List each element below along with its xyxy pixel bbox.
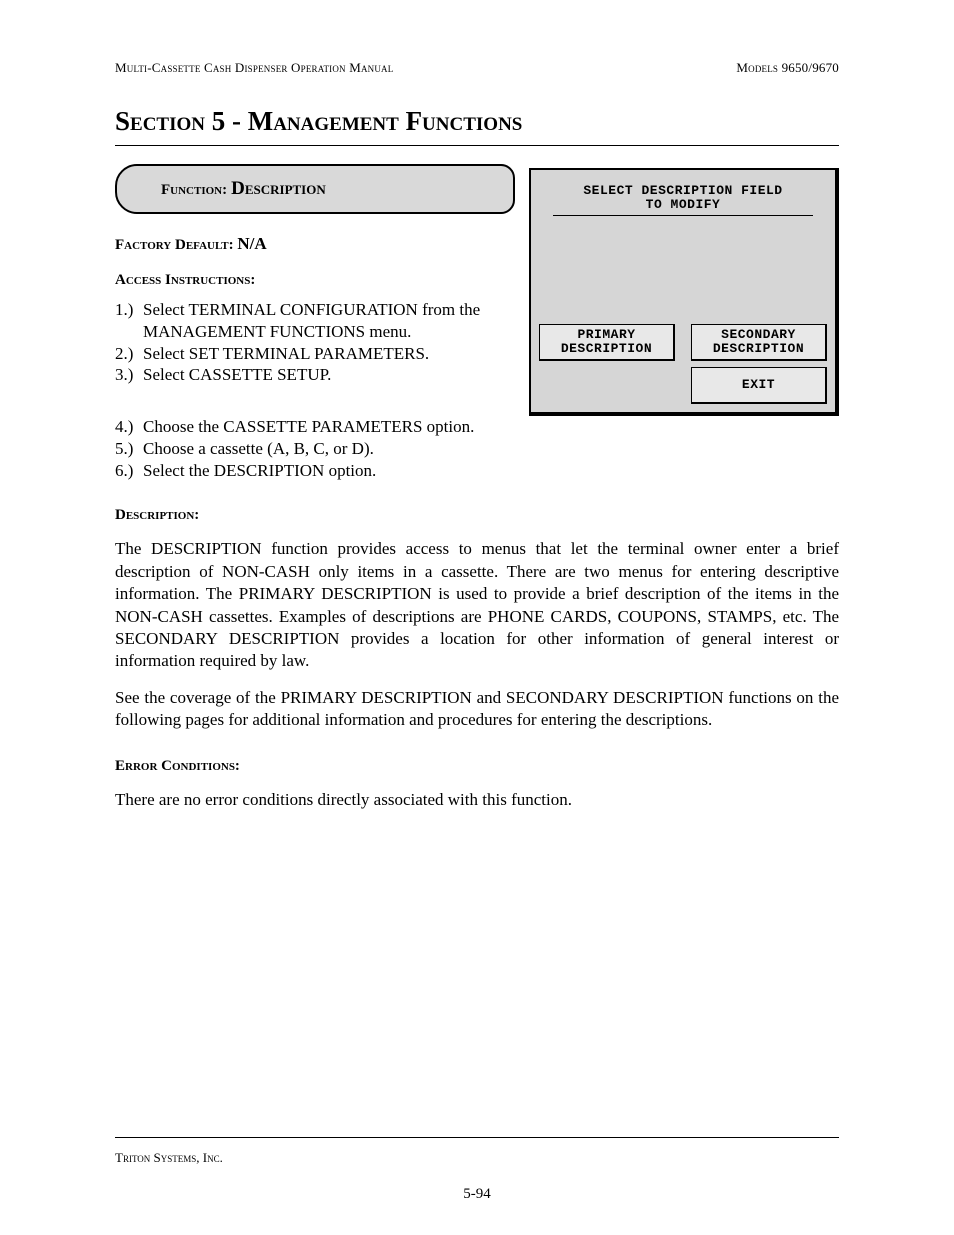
header-left: Multi-Cassette Cash Dispenser Operation … [115, 60, 393, 76]
secondary-description-button[interactable]: SECONDARY DESCRIPTION [691, 324, 827, 361]
step-item: 2.)Select SET TERMINAL PARAMETERS. [115, 343, 515, 365]
button-spacer [539, 367, 675, 401]
step-item: 6.)Select the DESCRIPTION option. [115, 460, 839, 482]
step-item: 3.)Select CASSETTE SETUP. [115, 364, 515, 386]
screen-title-line2: TO MODIFY [553, 198, 813, 212]
manual-page: Multi-Cassette Cash Dispenser Operation … [0, 0, 954, 1235]
screen-title: SELECT DESCRIPTION FIELD TO MODIFY [553, 178, 813, 216]
content-row: Function: Description Factory Default: N… [115, 164, 839, 416]
step-item: 5.)Choose a cassette (A, B, C, or D). [115, 438, 839, 460]
exit-button[interactable]: EXIT [691, 367, 827, 404]
access-instructions-heading: Access Instructions: [115, 272, 515, 289]
section-title: Section 5 - Management Functions [115, 106, 839, 137]
description-para2: See the coverage of the PRIMARY DESCRIPT… [115, 687, 839, 732]
screen-buttons: PRIMARY DESCRIPTION SECONDARY DESCRIPTIO… [539, 324, 827, 404]
terminal-screen: SELECT DESCRIPTION FIELD TO MODIFY PRIMA… [539, 178, 827, 404]
primary-description-button[interactable]: PRIMARY DESCRIPTION [539, 324, 675, 361]
page-header: Multi-Cassette Cash Dispenser Operation … [115, 60, 839, 76]
left-column: Function: Description Factory Default: N… [115, 164, 515, 386]
error-conditions-text: There are no error conditions directly a… [115, 789, 839, 811]
access-steps-continued: 4.)Choose the CASSETTE PARAMETERS option… [115, 416, 839, 481]
description-para1: The DESCRIPTION function provides access… [115, 538, 839, 673]
access-steps: 1.)Select TERMINAL CONFIGURATION from th… [115, 299, 515, 386]
footer-divider [115, 1137, 839, 1138]
factory-default: Factory Default: N/A [115, 234, 515, 254]
page-number: 5-94 [115, 1186, 839, 1203]
factory-default-value: N/A [237, 234, 266, 253]
error-conditions-heading: Error Conditions: [115, 758, 839, 775]
screen-title-line1: SELECT DESCRIPTION FIELD [553, 184, 813, 198]
step-item: 1.)Select TERMINAL CONFIGURATION from th… [115, 299, 515, 343]
header-right: Models 9650/9670 [736, 60, 839, 76]
factory-default-label: Factory Default: [115, 237, 234, 253]
button-col-left: PRIMARY DESCRIPTION [539, 324, 675, 404]
footer-company: Triton Systems, Inc. [115, 1150, 839, 1166]
page-footer: Triton Systems, Inc. 5-94 [115, 1137, 839, 1203]
terminal-screenshot: SELECT DESCRIPTION FIELD TO MODIFY PRIMA… [529, 168, 839, 416]
button-col-right: SECONDARY DESCRIPTION EXIT [691, 324, 827, 404]
function-value: Description [231, 178, 326, 199]
function-box: Function: Description [115, 164, 515, 214]
divider [115, 145, 839, 146]
step-item: 4.)Choose the CASSETTE PARAMETERS option… [115, 416, 839, 438]
description-heading: Description: [115, 507, 839, 524]
function-label: Function: [161, 182, 227, 198]
